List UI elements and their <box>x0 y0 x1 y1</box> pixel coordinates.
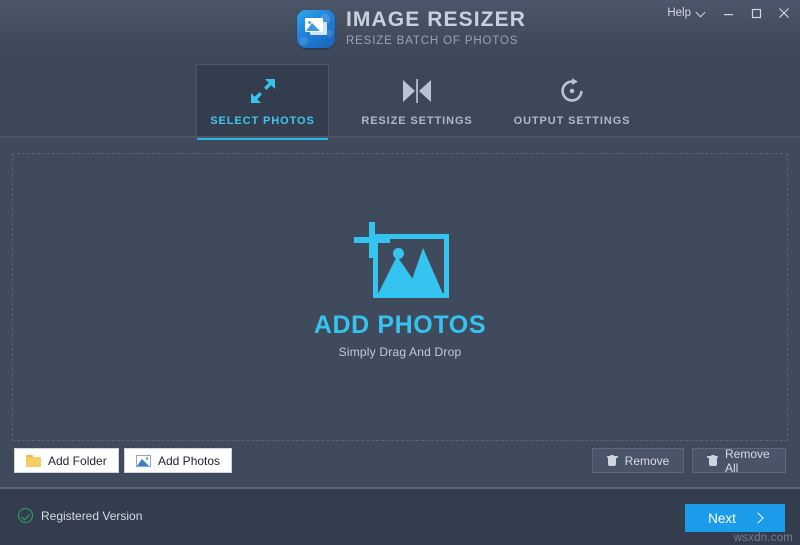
brand-text: IMAGE RESIZER RESIZE BATCH OF PHOTOS <box>346 8 526 50</box>
compress-horizontal-icon <box>402 76 432 106</box>
watermark: wsxdn.com <box>733 532 793 544</box>
trash-icon <box>606 454 618 467</box>
app-title: IMAGE RESIZER <box>346 8 526 31</box>
brand: IMAGE RESIZER RESIZE BATCH OF PHOTOS <box>297 8 526 50</box>
tab-output-settings[interactable]: OUTPUT SETTINGS <box>508 64 636 138</box>
check-circle-icon <box>18 508 33 523</box>
minimize-button[interactable] <box>714 0 742 26</box>
remove-all-button[interactable]: Remove All <box>692 446 786 475</box>
remove-all-label: Remove All <box>725 446 770 475</box>
close-button[interactable] <box>770 0 798 26</box>
tab-label: SELECT PHOTOS <box>210 115 315 127</box>
maximize-button[interactable] <box>742 0 770 26</box>
help-menu-button[interactable]: Help <box>657 4 714 22</box>
minimize-icon <box>723 13 733 15</box>
app-header: Help IMAGE RESIZER RESIZE BATCH OF PHOTO… <box>0 0 800 64</box>
add-photos-label: Add Photos <box>158 453 221 468</box>
dropzone-content: ADD PHOTOS Simply Drag And Drop <box>13 154 787 440</box>
add-folder-label: Add Folder <box>48 453 107 468</box>
tab-resize-settings[interactable]: RESIZE SETTINGS <box>355 64 479 138</box>
add-photos-button[interactable]: Add Photos <box>124 448 233 473</box>
title-bar-controls: Help <box>657 0 800 26</box>
remove-label: Remove <box>624 453 670 468</box>
tab-divider <box>0 136 800 138</box>
status-label: Registered Version <box>41 508 143 523</box>
maximize-icon <box>751 8 761 18</box>
refresh-clockwise-icon <box>559 76 585 106</box>
app-footer: Registered Version Next wsxdn.com <box>0 489 800 545</box>
chevron-right-icon <box>754 514 762 522</box>
app-subtitle: RESIZE BATCH OF PHOTOS <box>346 34 519 47</box>
tab-label: OUTPUT SETTINGS <box>513 114 631 127</box>
add-folder-button[interactable]: Add Folder <box>14 448 119 473</box>
folder-icon <box>26 454 41 467</box>
add-photo-icon <box>351 220 449 298</box>
dropzone-title: ADD PHOTOS <box>313 310 487 339</box>
remove-button[interactable]: Remove <box>592 448 684 473</box>
trash-icon <box>707 454 718 467</box>
tab-bar: SELECT PHOTOS RESIZE SETTINGS OUTPUT SET… <box>0 64 800 140</box>
dropzone-subtitle: Simply Drag And Drop <box>338 344 462 359</box>
image-resizer-app-icon <box>297 10 335 49</box>
next-label: Next <box>708 510 736 526</box>
chevron-down-icon <box>697 9 706 18</box>
resize-arrows-icon <box>250 76 276 106</box>
registration-status: Registered Version <box>18 508 142 523</box>
tab-label: RESIZE SETTINGS <box>361 114 473 127</box>
image-resizer-window: Help IMAGE RESIZER RESIZE BATCH OF PHOTO… <box>0 0 800 545</box>
next-button[interactable]: Next <box>685 504 785 532</box>
photo-icon <box>136 454 151 467</box>
close-icon <box>779 8 789 18</box>
action-bar: Add Folder Add Photos Remove Remove All <box>0 446 800 486</box>
help-label: Help <box>667 7 691 19</box>
tab-select-photos[interactable]: SELECT PHOTOS <box>196 64 329 140</box>
photo-dropzone[interactable]: ADD PHOTOS Simply Drag And Drop <box>12 153 788 441</box>
